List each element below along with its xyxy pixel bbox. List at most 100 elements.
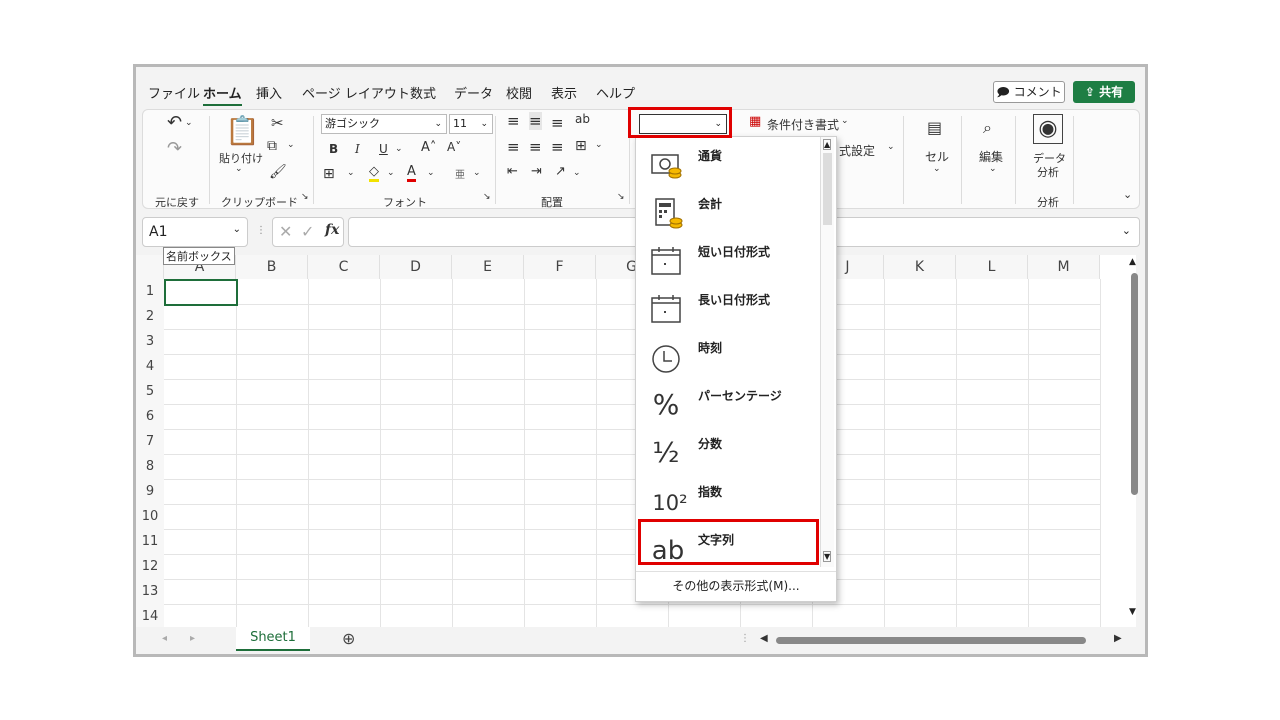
tab-view[interactable]: 表示 [551, 83, 577, 102]
sheet-tab-sheet1[interactable]: Sheet1 [236, 627, 310, 651]
align-left-icon[interactable]: ≡ [507, 138, 520, 156]
column-header[interactable]: B [236, 255, 308, 279]
tab-insert[interactable]: 挿入 [256, 83, 282, 102]
tab-review[interactable]: 校閲 [506, 83, 532, 102]
row-header[interactable]: 6 [136, 404, 164, 429]
conditional-format-label[interactable]: 条件付き書式 [767, 116, 839, 133]
font-name-select[interactable]: 游ゴシック ⌄ [321, 114, 447, 134]
chevron-down-icon[interactable]: ⌄ [427, 168, 435, 178]
column-header[interactable]: F [524, 255, 596, 279]
scroll-left-icon[interactable]: ◀ [760, 633, 768, 644]
format-accounting[interactable]: 会計 [636, 189, 820, 237]
add-sheet-icon[interactable]: ⊕ [342, 629, 355, 648]
launcher-icon[interactable]: ↘ [617, 192, 625, 202]
increase-indent-icon[interactable]: ⇥ [531, 164, 542, 179]
row-header[interactable]: 12 [136, 554, 164, 579]
align-center-icon[interactable]: ≡ [529, 138, 542, 156]
align-right-icon[interactable]: ≡ [551, 138, 564, 156]
horizontal-scroll-thumb[interactable] [776, 637, 1086, 644]
vertical-scrollbar[interactable]: ▲ ▼ [1129, 257, 1139, 627]
chevron-down-icon[interactable]: ⌄ [287, 140, 295, 150]
conditional-format-icon[interactable]: ▦ [749, 114, 761, 129]
dropdown-scroll-thumb[interactable] [823, 153, 832, 225]
row-header[interactable]: 5 [136, 379, 164, 404]
align-top-icon[interactable]: ≡ [507, 112, 520, 130]
share-button[interactable]: ⇪ 共有 [1073, 81, 1135, 103]
column-header[interactable]: E [452, 255, 524, 279]
row-header[interactable]: 1 [136, 279, 164, 304]
prev-sheet-icon[interactable]: ◂ [162, 633, 167, 644]
row-header[interactable]: 9 [136, 479, 164, 504]
confirm-icon[interactable]: ✓ [301, 222, 314, 241]
chevron-down-icon[interactable]: ⌄ [185, 118, 193, 128]
launcher-icon[interactable]: ↘ [483, 192, 491, 202]
format-currency[interactable]: 通貨 [636, 141, 820, 189]
cancel-icon[interactable]: ✕ [279, 222, 292, 241]
ribbon-collapse-icon[interactable]: ⌄ [1123, 188, 1132, 201]
paste-icon[interactable]: 📋 [225, 114, 260, 147]
row-header[interactable]: 8 [136, 454, 164, 479]
comment-button[interactable]: 🗩 コメント [993, 81, 1065, 103]
select-all-corner[interactable] [136, 255, 164, 279]
tab-home[interactable]: ホーム [203, 83, 242, 106]
edit-label[interactable]: 編集 [979, 148, 1003, 165]
tab-data[interactable]: データ [454, 83, 493, 102]
underline-button[interactable]: U [379, 142, 388, 156]
cells-icon[interactable]: ▤ [927, 118, 942, 137]
data-analysis-label-2[interactable]: 分析 [1037, 164, 1059, 180]
row-header[interactable]: 11 [136, 529, 164, 554]
italic-button[interactable]: I [355, 142, 360, 156]
undo-icon[interactable]: ↶ [167, 112, 182, 133]
scroll-right-icon[interactable]: ▶ [1114, 633, 1122, 644]
fill-color-icon[interactable]: ◇ [369, 164, 379, 182]
scroll-down-icon[interactable]: ▼ [1129, 607, 1136, 617]
chevron-down-icon[interactable]: ⌄ [395, 144, 403, 154]
cut-icon[interactable]: ✂ [271, 114, 284, 132]
chevron-down-icon[interactable]: ⌄ [235, 164, 243, 174]
chevron-down-icon[interactable]: ⌄ [595, 140, 603, 150]
format-table-label[interactable]: 式設定 [839, 142, 875, 159]
cells-label[interactable]: セル [925, 148, 949, 165]
more-number-formats[interactable]: その他の表示形式(M)... [636, 577, 836, 594]
row-header[interactable]: 14 [136, 604, 164, 627]
format-long-date[interactable]: 長い日付形式 [636, 285, 820, 333]
chevron-down-icon[interactable]: ⌄ [989, 164, 997, 174]
next-sheet-icon[interactable]: ▸ [190, 633, 195, 644]
chevron-down-icon[interactable]: ⌄ [887, 142, 895, 152]
scroll-thumb[interactable] [1131, 273, 1138, 495]
align-bottom-icon[interactable]: ≡ [551, 114, 564, 132]
dropdown-scrollbar[interactable]: ▲ ▼ [820, 137, 834, 567]
name-box[interactable]: A1 ⌄ [142, 217, 248, 247]
copy-icon[interactable]: ⧉ [267, 138, 277, 154]
redo-icon[interactable]: ↷ [167, 138, 182, 159]
insert-function-icon[interactable]: fx [325, 222, 339, 238]
scroll-up-icon[interactable]: ▲ [823, 139, 832, 150]
format-painter-icon[interactable]: 🖌 [269, 164, 287, 180]
align-middle-icon[interactable]: ≡ [529, 112, 542, 130]
tab-page-layout[interactable]: ページ レイアウト [302, 83, 410, 102]
scroll-up-icon[interactable]: ▲ [1129, 257, 1136, 267]
tab-formulas[interactable]: 数式 [410, 83, 436, 102]
border-icon[interactable]: ⊞ [323, 166, 335, 182]
row-header[interactable]: 7 [136, 429, 164, 454]
chevron-down-icon[interactable]: ⌄ [933, 164, 941, 174]
format-fraction[interactable]: ½ 分数 [636, 429, 820, 477]
search-icon[interactable]: ⌕ [983, 118, 992, 138]
column-header[interactable]: C [308, 255, 380, 279]
chevron-down-icon[interactable]: ⌄ [347, 168, 355, 178]
row-header[interactable]: 13 [136, 579, 164, 604]
format-short-date[interactable]: 短い日付形式 [636, 237, 820, 285]
scroll-down-icon[interactable]: ▼ [823, 551, 832, 562]
chevron-down-icon[interactable]: ⌄ [573, 168, 581, 178]
column-header[interactable]: M [1028, 255, 1100, 279]
bold-button[interactable]: B [329, 142, 338, 156]
row-header[interactable]: 2 [136, 304, 164, 329]
font-size-select[interactable]: 11 ⌄ [449, 114, 493, 134]
format-time[interactable]: 時刻 [636, 333, 820, 381]
format-percentage[interactable]: % パーセンテージ [636, 381, 820, 429]
column-header[interactable]: D [380, 255, 452, 279]
selected-cell-a1[interactable] [164, 279, 238, 306]
orientation-icon[interactable]: ↗ [555, 164, 566, 179]
wrap-text-icon[interactable]: ab [575, 112, 590, 126]
tab-help[interactable]: ヘルプ [596, 83, 635, 102]
